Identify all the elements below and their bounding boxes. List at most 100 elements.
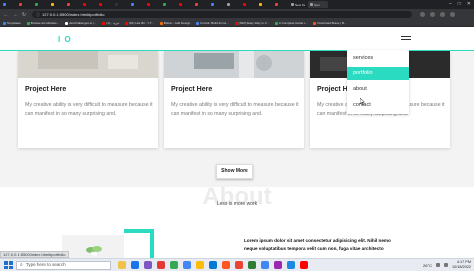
- bookmark-favicon-icon: [274, 21, 278, 25]
- browser-tab[interactable]: [81, 1, 96, 8]
- plant-image: [86, 246, 102, 256]
- tab-favicon-icon: [275, 3, 278, 6]
- extension-icon[interactable]: [420, 12, 425, 17]
- bookmark-item[interactable]: Browse all software...: [26, 21, 59, 25]
- browser-tab[interactable]: [161, 1, 176, 8]
- tab-favicon-icon: [147, 3, 150, 6]
- taskbar-app-icon[interactable]: [274, 261, 282, 269]
- volume-icon[interactable]: [443, 263, 448, 267]
- bookmark-label: A Complete Guide t...: [278, 21, 308, 25]
- browser-tab[interactable]: [177, 1, 192, 8]
- taskbar-app-icon[interactable]: [300, 261, 308, 269]
- menu-icon[interactable]: [450, 12, 455, 17]
- tab-favicon-icon: [310, 3, 313, 6]
- browser-tab[interactable]: [225, 1, 240, 8]
- tab-favicon-icon: [35, 3, 38, 6]
- browser-tab[interactable]: [209, 1, 224, 8]
- network-icon[interactable]: [435, 263, 440, 267]
- menu-item-about[interactable]: about: [347, 83, 409, 96]
- bookmark-item[interactable]: [TED] Easy Way to V...: [234, 21, 269, 25]
- weather-readout[interactable]: 26°C: [423, 263, 432, 268]
- profile-icon[interactable]: [440, 12, 445, 17]
- browser-tab[interactable]: [257, 1, 272, 8]
- tab-favicon-icon: [259, 3, 262, 6]
- browser-tab[interactable]: [145, 1, 160, 8]
- browser-toolbar-icons: [420, 12, 455, 17]
- minimize-icon[interactable]: –: [449, 1, 452, 7]
- taskbar-app-icon[interactable]: [261, 261, 269, 269]
- taskbar-clock[interactable]: 4:17 PM 10/18/2022: [452, 260, 471, 270]
- bookmark-favicon-icon: [125, 21, 129, 25]
- bookmark-favicon-icon: [3, 21, 6, 25]
- taskbar-app-icon[interactable]: [118, 261, 126, 269]
- project-card[interactable]: Project Here My creative ability is very…: [18, 51, 158, 148]
- taskbar-app-icon[interactable]: [222, 261, 230, 269]
- tab-favicon-icon: [115, 3, 118, 6]
- taskbar-app-icon[interactable]: [183, 261, 191, 269]
- bookmark-item[interactable]: A Complete Guide t...: [274, 21, 308, 25]
- menu-item-services[interactable]: services: [347, 52, 409, 65]
- bookmark-label: Bolton - Add Design: [163, 21, 191, 25]
- project-image: [164, 51, 304, 78]
- taskbar-app-icon[interactable]: [235, 261, 243, 269]
- windows-start-icon[interactable]: [3, 260, 13, 270]
- taskbar-app-icon[interactable]: [196, 261, 204, 269]
- taskbar-search-input[interactable]: ⌕ Type here to search: [16, 260, 111, 270]
- taskbar-app-icon[interactable]: [170, 261, 178, 269]
- menu-item-portfolio[interactable]: portfolio: [347, 67, 409, 80]
- menu-item-contact[interactable]: contact: [347, 99, 409, 112]
- taskbar-app-icon[interactable]: [209, 261, 217, 269]
- forward-icon[interactable]: →: [12, 12, 18, 18]
- extension-icon[interactable]: [430, 12, 435, 17]
- site-logo[interactable]: I O: [58, 35, 72, 44]
- taskbar-app-icon[interactable]: [131, 261, 139, 269]
- browser-tab[interactable]: [65, 1, 80, 8]
- bookmark-item[interactable]: Formik: Build forms...: [196, 21, 229, 25]
- bookmark-favicon-icon: [102, 21, 106, 25]
- show-more-button[interactable]: Show More: [216, 164, 253, 179]
- browser-tab[interactable]: [17, 1, 32, 8]
- site-info-icon[interactable]: ⓘ: [36, 12, 40, 17]
- browser-tab[interactable]: [113, 1, 128, 8]
- browser-tab[interactable]: [129, 1, 144, 8]
- project-description: My creative ability is very difficult to…: [25, 102, 153, 117]
- back-icon[interactable]: ←: [3, 12, 9, 18]
- maximize-icon[interactable]: □: [458, 1, 461, 7]
- browser-tab[interactable]: [49, 1, 64, 8]
- browser-tab[interactable]: [1, 1, 16, 8]
- browser-tab[interactable]: [33, 1, 48, 8]
- project-title: Project Here: [171, 86, 213, 93]
- browser-tab[interactable]: New Ta: [289, 1, 307, 8]
- browser-tab[interactable]: [97, 1, 112, 8]
- project-description: My creative ability is very difficult to…: [171, 102, 299, 117]
- tab-favicon-icon: [179, 3, 182, 6]
- browser-tab[interactable]: [273, 1, 288, 8]
- taskbar-app-icon[interactable]: [144, 261, 152, 269]
- taskbar-app-icon[interactable]: [248, 261, 256, 269]
- taskbar-search-placeholder: Type here to search: [25, 262, 66, 267]
- bookmark-item[interactable]: (81) Lila 3D - Y.T...: [125, 21, 154, 25]
- bookmark-item[interactable]: Templates: [3, 21, 21, 25]
- url-input[interactable]: ⓘ 127.0.0.1:5500/index.html#portfolio: [32, 11, 412, 18]
- taskbar-app-icon[interactable]: [157, 261, 165, 269]
- reload-icon[interactable]: ↻: [21, 12, 27, 18]
- bookmark-item[interactable]: دورة ...(1): [102, 21, 119, 25]
- bookmark-label: Download Brave | B...: [317, 21, 347, 25]
- about-image-frame: [124, 229, 154, 258]
- about-subtitle: Less is more work: [216, 201, 258, 207]
- browser-tab[interactable]: [193, 1, 208, 8]
- hamburger-menu-icon[interactable]: [401, 36, 411, 42]
- project-card[interactable]: Project Here My creative ability is very…: [164, 51, 304, 148]
- bookmark-item[interactable]: Bolton - Add Design: [159, 21, 191, 25]
- tab-favicon-icon: [163, 3, 166, 6]
- tab-favicon-icon: [291, 3, 294, 6]
- browser-tab[interactable]: Icon: [308, 1, 328, 8]
- system-tray: 26°C 4:17 PM 10/18/2022: [423, 260, 471, 270]
- browser-tab[interactable]: [241, 1, 256, 8]
- bookmark-item[interactable]: devChallenges.io |...: [65, 21, 96, 25]
- taskbar-app-icon[interactable]: [287, 261, 295, 269]
- bookmark-item[interactable]: Download Brave | B...: [313, 21, 346, 25]
- close-window-icon[interactable]: ✕: [467, 1, 471, 7]
- tab-favicon-icon: [83, 3, 86, 6]
- project-image: [18, 51, 158, 78]
